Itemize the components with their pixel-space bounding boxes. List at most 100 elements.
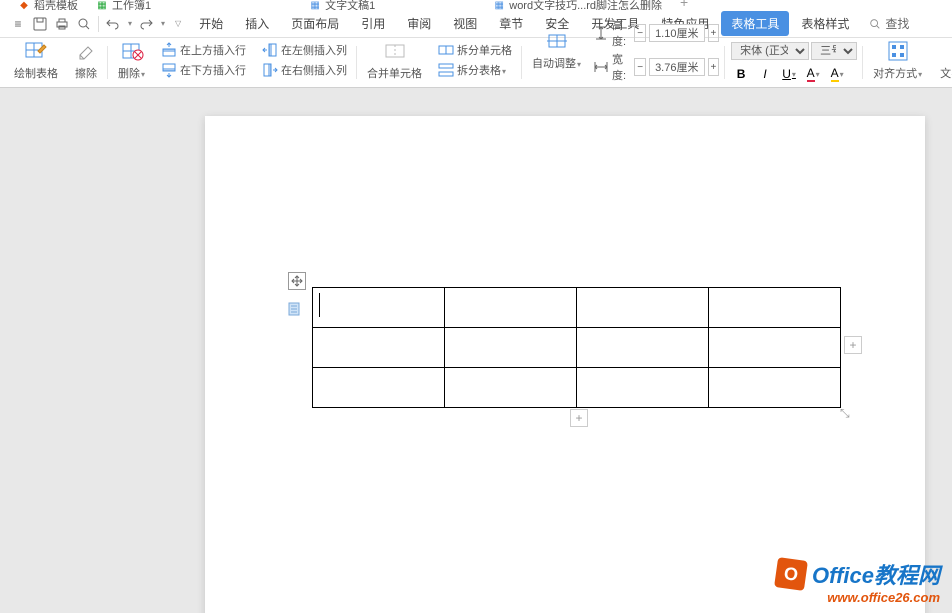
redo-icon[interactable] [138,16,154,32]
italic-button[interactable]: I [755,65,775,83]
doc-tab[interactable]: ▦ 工作簿1 [88,0,159,10]
undo-dropdown[interactable]: ▾ [128,19,132,28]
insert-below-icon [161,62,177,78]
tab-label: 文字文稿1 [325,0,375,10]
split-cells-icon [438,42,454,58]
height-input[interactable] [649,24,705,42]
menu-review[interactable]: 审阅 [397,11,441,36]
btn-label: 在下方插入行 [180,62,246,78]
text-direction-button[interactable]: ||A 文字方向▾ [936,37,952,83]
menu-references[interactable]: 引用 [351,11,395,36]
btn-label: 自动调整▾ [532,55,581,71]
btn-label: 对齐方式▾ [873,65,922,81]
table-row [313,328,841,368]
search-label: 查找 [885,15,909,32]
tab-label: word文字技巧...rd脚注怎么删除 [509,0,662,10]
bold-button[interactable]: B [731,65,751,83]
btn-label: 在右侧插入列 [281,62,347,78]
table-pencil-icon [24,39,48,63]
preview-icon[interactable] [76,16,92,32]
insert-above-icon [161,42,177,58]
table-resize-handle[interactable]: ⤡ [840,406,850,421]
insert-col-right-button[interactable]: 在右侧插入列 [258,61,351,79]
eraser-button[interactable]: 擦除 [70,37,102,83]
font-name-select[interactable]: 宋体 (正文) [731,42,809,60]
doc-tab[interactable]: ◆ 稻壳模板 [10,0,86,10]
row-height-icon [593,25,609,41]
qat-customize[interactable]: ▽ [175,19,181,28]
width-input[interactable] [649,58,705,76]
underline-button[interactable]: U▾ [779,65,799,83]
split-cells-button[interactable]: 拆分单元格 [434,41,516,59]
table-row [313,288,841,328]
search-icon [869,18,881,30]
alignment-button[interactable]: 对齐方式▾ [869,37,926,83]
split-table-button[interactable]: 拆分表格▾ [434,61,516,79]
group-font: 宋体 (正文) 三号 B I U▾ A▾ A▾ [725,40,863,85]
menu-page-layout[interactable]: 页面布局 [281,11,349,36]
btn-label: 在上方插入行 [180,42,246,58]
highlight-button[interactable]: A▾ [827,65,847,83]
font-color-button[interactable]: A▾ [803,65,823,83]
align-icon [886,39,910,63]
table-move-handle[interactable] [288,272,306,290]
menu-table-tools[interactable]: 表格工具 [721,11,789,36]
doc-tab[interactable]: ▦ word文字技巧...rd脚注怎么删除 [485,0,670,10]
insert-left-icon [262,42,278,58]
add-row-button[interactable]: + [570,409,588,427]
height-decrease[interactable]: − [634,24,645,42]
height-increase[interactable]: + [708,24,719,42]
word-doc-icon: ▦ [309,0,321,10]
doc-tab[interactable]: ▦ 文字文稿1 [301,0,383,10]
text-cursor [319,293,320,317]
undo-icon[interactable] [105,16,121,32]
btn-label: 在左侧插入列 [281,42,347,58]
menu-insert[interactable]: 插入 [235,11,279,36]
insert-right-icon [262,62,278,78]
office-logo-icon: O [774,557,808,591]
col-width-icon [593,59,609,75]
template-icon: ◆ [18,0,30,10]
menu-view[interactable]: 视图 [443,11,487,36]
btn-label: 擦除 [75,65,97,81]
merge-cells-button: 合并单元格 [363,37,426,83]
insert-col-left-button[interactable]: 在左侧插入列 [258,41,351,59]
watermark: O Office教程网 www.office26.com [776,558,940,605]
redo-dropdown[interactable]: ▾ [161,19,165,28]
save-icon[interactable] [32,16,48,32]
tab-label: 工作簿1 [112,0,151,10]
btn-label: 合并单元格 [367,65,422,81]
draw-table-button[interactable]: 绘制表格 [10,37,62,83]
search-command[interactable]: 查找 [861,11,917,36]
group-alignment: 对齐方式▾ ||A 文字方向▾ [863,40,952,85]
group-rows-cols: 删除▾ 在上方插入行 在下方插入行 在左侧插入列 [108,40,357,85]
menu-icon[interactable]: ≡ [10,16,26,32]
add-column-button[interactable]: + [844,336,862,354]
separator [98,16,99,32]
insert-row-below-button[interactable]: 在下方插入行 [157,61,250,79]
document-table[interactable] [312,287,841,408]
print-icon[interactable] [54,16,70,32]
tab-label: 稻壳模板 [34,0,78,10]
eraser-icon [74,39,98,63]
menu-sections[interactable]: 章节 [489,11,533,36]
table-row [313,368,841,408]
delete-button[interactable]: 删除▾ [114,37,149,83]
document-tabs-bar: ◆ 稻壳模板 ▦ 工作簿1 ▦ 文字文稿1 ▦ word文字技巧...rd脚注怎… [0,0,952,10]
menu-start[interactable]: 开始 [189,11,233,36]
width-label: 宽度: [612,51,631,83]
insert-row-above-button[interactable]: 在上方插入行 [157,41,250,59]
quick-access-toolbar: ≡ ▾ ▾ ▽ [4,16,187,32]
ribbon: 绘制表格 擦除 删除▾ 在上方插入行 [0,38,952,88]
font-size-select[interactable]: 三号 [811,42,857,60]
autofit-button[interactable]: 自动调整▾ [528,27,585,73]
new-tab-button[interactable]: + [672,0,696,10]
width-increase[interactable]: + [708,58,719,76]
btn-label: 绘制表格 [14,65,58,81]
height-label: 高度: [612,17,631,49]
btn-label: 删除▾ [118,65,145,81]
watermark-title: Office教程网 [812,558,940,590]
menu-table-style[interactable]: 表格样式 [791,11,859,36]
section-indicator-icon [288,302,300,316]
width-decrease[interactable]: − [634,58,645,76]
